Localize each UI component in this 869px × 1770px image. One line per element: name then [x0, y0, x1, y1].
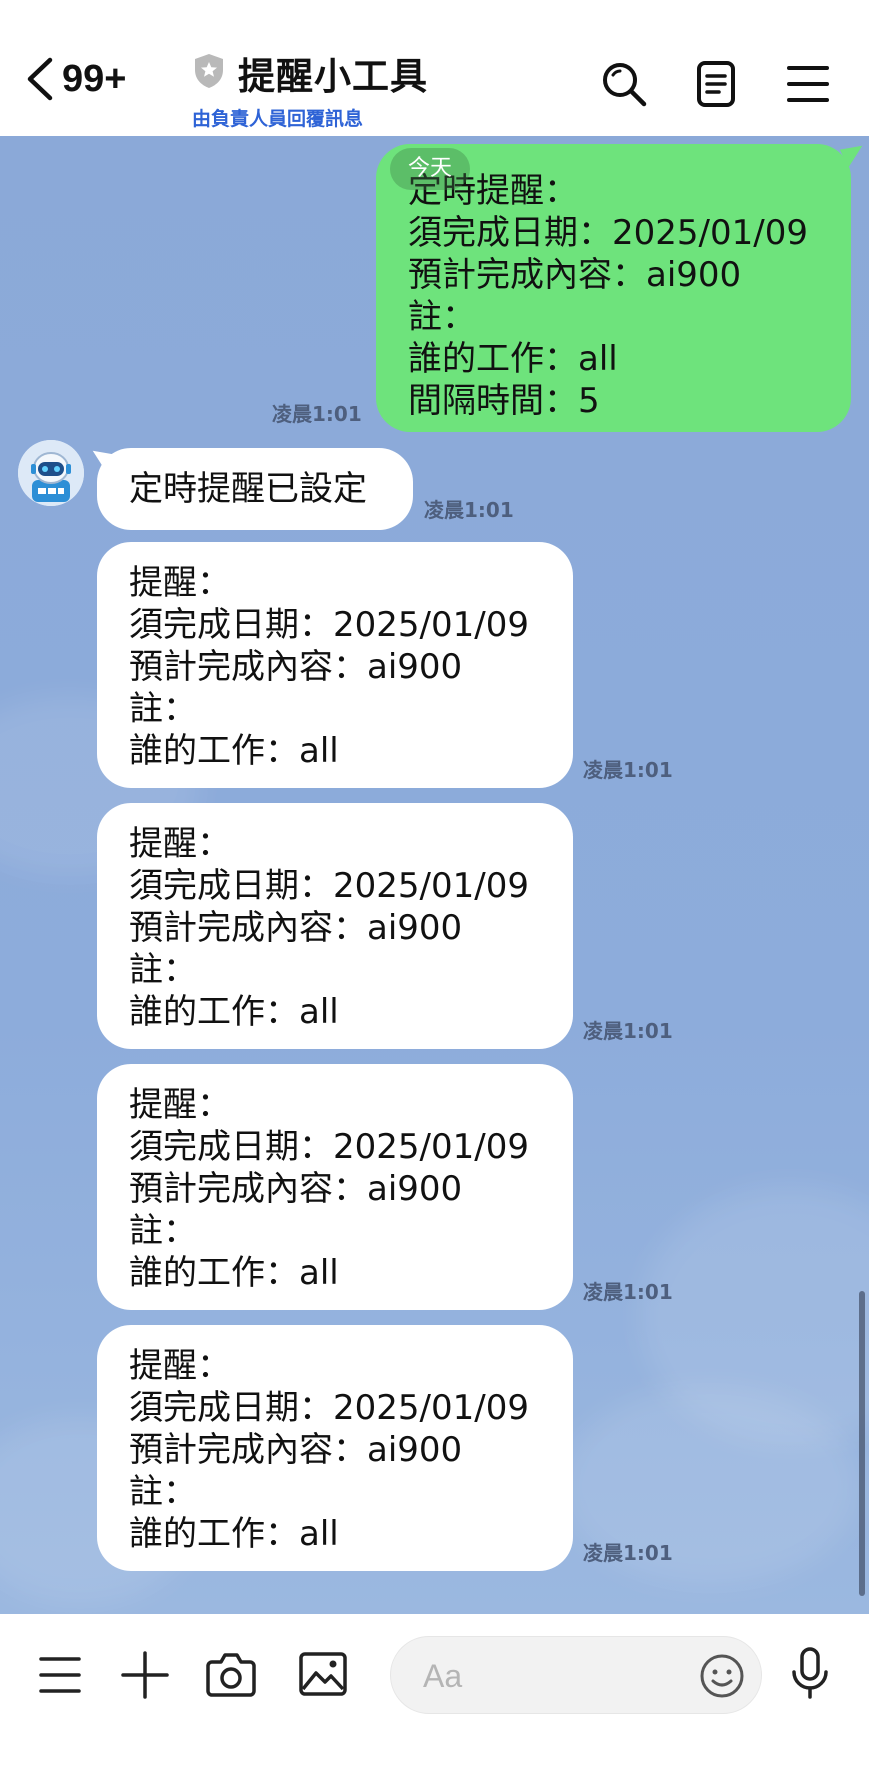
chat-header: 99+ 提醒小工具 由負責人員回覆訊息: [0, 0, 869, 136]
reminder-line: 誰的工作：all: [129, 1514, 339, 1554]
notes-icon: [694, 60, 738, 108]
hamburger-icon: [38, 1654, 82, 1696]
search-button[interactable]: [600, 60, 648, 108]
message-input-wrapper: [390, 1636, 762, 1714]
chevron-left-icon: [24, 56, 54, 102]
reminder-line: 預計完成內容：ai900: [129, 647, 463, 687]
notes-button[interactable]: [694, 60, 738, 108]
reminder-line: 須完成日期：2025/01/09: [129, 1127, 529, 1167]
microphone-icon: [790, 1646, 830, 1700]
received-message-bubble[interactable]: 定時提醒已設定: [97, 448, 413, 530]
bot-avatar[interactable]: [18, 440, 84, 506]
reminder-line: 預計完成內容：ai900: [129, 908, 463, 948]
reminder-line: 預計完成內容：ai900: [129, 1430, 463, 1470]
image-icon: [298, 1651, 348, 1697]
unread-count: 99+: [62, 57, 127, 100]
more-button[interactable]: [38, 1654, 82, 1696]
chat-message-area[interactable]: 定時提醒： 須完成日期：2025/01/09 預計完成內容：ai900 註： 誰…: [0, 136, 869, 1614]
reminder-line: 誰的工作：all: [129, 992, 339, 1032]
chat-title-area[interactable]: 提醒小工具 由負責人員回覆訊息: [192, 46, 428, 131]
reminder-line: 提醒：: [129, 1085, 231, 1125]
shield-icon: [192, 52, 226, 94]
back-button[interactable]: 99+: [24, 56, 126, 102]
reminder-line: 預計完成內容：ai900: [129, 1169, 463, 1209]
camera-button[interactable]: [206, 1650, 256, 1698]
sent-line: 須完成日期：2025/01/09: [408, 213, 808, 253]
sent-line: 註：: [408, 297, 476, 337]
reminder-line: 提醒：: [129, 824, 231, 864]
message-time: 凌晨1:01: [424, 498, 514, 522]
reminder-line: 註：: [129, 689, 197, 729]
message-time: 凌晨1:01: [583, 758, 673, 782]
image-button[interactable]: [298, 1651, 348, 1697]
search-icon: [600, 60, 648, 108]
reminder-line: 誰的工作：all: [129, 1253, 339, 1293]
date-separator: 今天: [390, 148, 471, 190]
reminder-message-bubble[interactable]: 提醒： 須完成日期：2025/01/09 預計完成內容：ai900 註： 誰的工…: [97, 1325, 573, 1571]
reminder-line: 提醒：: [129, 1346, 231, 1386]
message-time: 凌晨1:01: [583, 1019, 673, 1043]
reminder-message-bubble[interactable]: 提醒： 須完成日期：2025/01/09 預計完成內容：ai900 註： 誰的工…: [97, 542, 573, 788]
chat-subtitle: 由負責人員回覆訊息: [192, 108, 364, 130]
reminder-line: 須完成日期：2025/01/09: [129, 605, 529, 645]
message-input-bar: [0, 1614, 869, 1770]
menu-icon: [786, 60, 830, 108]
reminder-line: 須完成日期：2025/01/09: [129, 866, 529, 906]
sent-line: 預計完成內容：ai900: [408, 255, 742, 295]
emoji-icon[interactable]: [699, 1653, 745, 1703]
chat-title: 提醒小工具: [238, 55, 428, 98]
reminder-line: 註：: [129, 1472, 197, 1512]
microphone-button[interactable]: [790, 1646, 830, 1700]
menu-button[interactable]: [786, 60, 830, 108]
camera-icon: [206, 1650, 256, 1698]
sent-line: 誰的工作：all: [408, 339, 618, 379]
reminder-line: 註：: [129, 950, 197, 990]
message-text: 定時提醒已設定: [129, 469, 367, 509]
reminder-line: 註：: [129, 1211, 197, 1251]
reminder-line: 誰的工作：all: [129, 731, 339, 771]
sent-line: 間隔時間：5: [408, 381, 600, 421]
sent-line: 定時提醒：: [408, 171, 578, 211]
chat-scrollbar[interactable]: [859, 1291, 865, 1596]
message-input[interactable]: [421, 1651, 675, 1701]
reminder-message-bubble[interactable]: 提醒： 須完成日期：2025/01/09 預計完成內容：ai900 註： 誰的工…: [97, 1064, 573, 1310]
message-time: 凌晨1:01: [272, 402, 362, 426]
add-button[interactable]: [120, 1650, 170, 1700]
plus-icon: [120, 1650, 170, 1700]
reminder-message-bubble[interactable]: 提醒： 須完成日期：2025/01/09 預計完成內容：ai900 註： 誰的工…: [97, 803, 573, 1049]
message-time: 凌晨1:01: [583, 1280, 673, 1304]
message-time: 凌晨1:01: [583, 1541, 673, 1565]
reminder-line: 須完成日期：2025/01/09: [129, 1388, 529, 1428]
reminder-line: 提醒：: [129, 563, 231, 603]
